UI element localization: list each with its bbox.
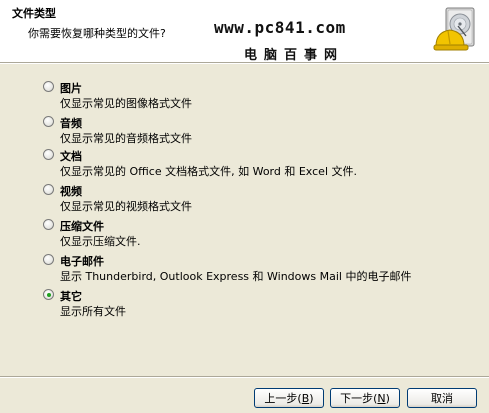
radio-button[interactable] xyxy=(43,254,54,265)
option-description: 显示所有文件 xyxy=(60,305,126,318)
option-label: 音频 xyxy=(60,117,82,130)
page-subtitle: 你需要恢复哪种类型的文件? xyxy=(28,27,166,40)
next-button[interactable]: 下一步(N) xyxy=(330,388,400,408)
option-description: 仅显示常见的 Office 文档格式文件, 如 Word 和 Excel 文件. xyxy=(60,165,357,178)
radio-button[interactable] xyxy=(43,219,54,230)
next-button-accel: N xyxy=(377,392,386,405)
radio-button-selected[interactable] xyxy=(43,289,54,300)
option-label: 视频 xyxy=(60,185,82,198)
header-divider-highlight xyxy=(0,63,489,64)
wizard-header: 文件类型 你需要恢复哪种类型的文件? www.pc841.com 电脑百事网 xyxy=(0,0,489,63)
hard-drive-hardhat-icon xyxy=(433,7,475,51)
watermark-url: www.pc841.com xyxy=(214,18,346,37)
option-label: 图片 xyxy=(60,82,82,95)
back-button[interactable]: 上一步(B) xyxy=(254,388,324,408)
option-label: 压缩文件 xyxy=(60,220,104,233)
option-label: 文档 xyxy=(60,150,82,163)
option-description: 仅显示常见的音频格式文件 xyxy=(60,132,192,145)
radio-button[interactable] xyxy=(43,149,54,160)
cancel-button[interactable]: 取消 xyxy=(407,388,477,408)
option-description: 仅显示压缩文件. xyxy=(60,235,141,248)
footer-divider-highlight xyxy=(0,377,489,378)
back-button-label: 上一步 xyxy=(264,392,298,405)
radio-button[interactable] xyxy=(43,81,54,92)
watermark-name: 电脑百事网 xyxy=(244,48,345,63)
back-button-accel: B xyxy=(301,392,310,405)
option-description: 仅显示常见的图像格式文件 xyxy=(60,97,192,110)
option-description: 仅显示常见的视频格式文件 xyxy=(60,200,192,213)
option-description: 显示 Thunderbird, Outlook Express 和 Window… xyxy=(60,270,412,283)
page-title: 文件类型 xyxy=(12,7,56,20)
next-button-label: 下一步 xyxy=(340,392,374,405)
radio-button[interactable] xyxy=(43,184,54,195)
radio-button[interactable] xyxy=(43,116,54,127)
option-label: 电子邮件 xyxy=(60,255,104,268)
option-label: 其它 xyxy=(60,290,82,303)
